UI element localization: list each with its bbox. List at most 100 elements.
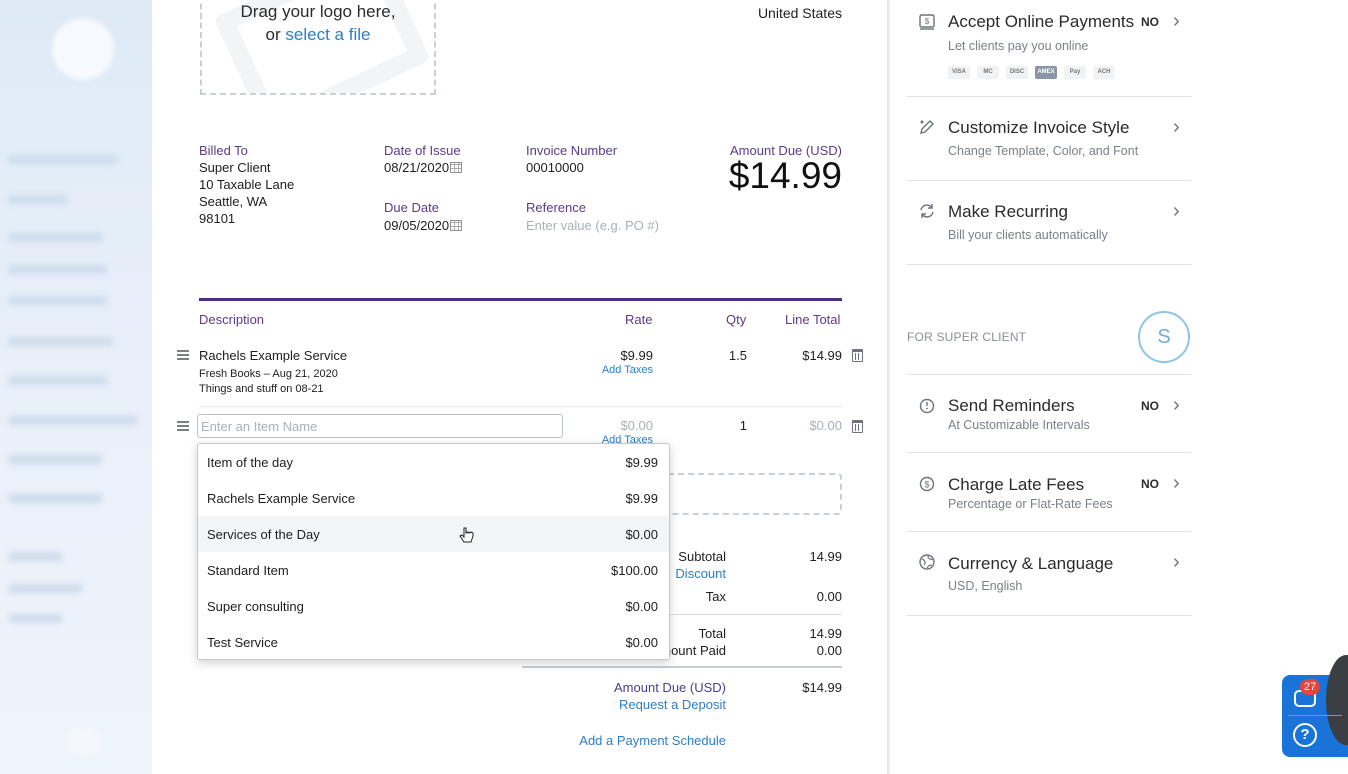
suggestion-item[interactable]: Item of the day $9.99 <box>198 444 669 480</box>
recurring-arrows-icon <box>918 202 936 220</box>
drag-handle-icon[interactable] <box>177 350 189 362</box>
make-recurring-title: Make Recurring <box>948 202 1068 221</box>
line-item-description[interactable]: Fresh Books – Aug 21, 2020 <box>199 368 338 380</box>
add-line-button[interactable] <box>668 473 842 515</box>
amount-due-label-bottom: Amount Due (USD) <box>614 680 726 695</box>
suggestion-name: Rachels Example Service <box>207 491 356 506</box>
suggestion-price: $0.00 <box>625 635 658 650</box>
totals-divider <box>522 666 842 668</box>
client-city-state[interactable]: Seattle, WA <box>199 194 267 209</box>
line-item-description-2[interactable]: Things and stuff on 08-21 <box>199 383 324 395</box>
amex-icon: AMEX <box>1035 66 1057 79</box>
sidebar-item[interactable] <box>8 584 83 593</box>
chevron-right-icon: › <box>1173 551 1180 573</box>
due-date-value: 09/05/2020 <box>384 218 450 233</box>
suggestion-name: Test Service <box>207 635 278 650</box>
date-of-issue-label: Date of Issue <box>384 143 461 158</box>
billed-to-label: Billed To <box>199 143 248 158</box>
suggestion-item[interactable]: Services of the Day $0.00 <box>198 516 669 552</box>
paint-brush-icon <box>918 118 936 136</box>
new-line-total: $0.00 <box>809 418 842 433</box>
make-recurring-option[interactable]: Make Recurring Bill your clients automat… <box>907 199 1191 249</box>
sidebar-item[interactable] <box>8 552 63 561</box>
help-question-icon[interactable]: ? <box>1293 723 1317 747</box>
sidebar-item[interactable] <box>8 337 113 346</box>
visa-icon: VISA <box>948 66 970 79</box>
accept-payments-option[interactable]: $ Accept Online Payments Let clients pay… <box>907 10 1191 90</box>
panel-divider <box>907 452 1191 453</box>
sidebar-item[interactable] <box>8 455 103 464</box>
suggestion-item[interactable]: Rachels Example Service $9.99 <box>198 480 669 516</box>
client-address-line[interactable]: 10 Taxable Lane <box>199 177 294 192</box>
send-reminders-title: Send Reminders <box>948 396 1075 415</box>
request-deposit-link[interactable]: Request a Deposit <box>566 697 726 712</box>
currency-language-subtitle: USD, English <box>948 579 1023 593</box>
rate-header: Rate <box>625 312 653 327</box>
suggestion-price: $0.00 <box>625 599 658 614</box>
client-name[interactable]: Super Client <box>199 160 271 175</box>
send-reminders-option[interactable]: Send Reminders At Customizable Intervals… <box>907 393 1191 443</box>
invoice-number-label: Invoice Number <box>526 143 618 158</box>
delete-line-icon[interactable] <box>852 349 863 362</box>
delete-line-icon[interactable] <box>852 420 863 433</box>
customize-style-option[interactable]: Customize Invoice Style Change Template,… <box>907 115 1191 165</box>
avatar[interactable] <box>52 18 114 80</box>
chevron-right-icon: › <box>1173 472 1180 494</box>
payment-schedule-link[interactable]: Add a Payment Schedule <box>526 733 726 748</box>
panel-divider <box>907 531 1191 532</box>
select-file-link[interactable]: select a file <box>285 25 370 44</box>
business-country[interactable]: United States <box>732 5 842 21</box>
suggestion-name: Standard Item <box>207 563 289 578</box>
line-item-name[interactable]: Rachels Example Service <box>199 348 347 363</box>
client-zip[interactable]: 98101 <box>199 211 235 226</box>
calendar-icon[interactable] <box>450 162 463 173</box>
help-divider <box>1288 715 1342 716</box>
tax-value: 0.00 <box>816 589 842 604</box>
sidebar-item[interactable] <box>8 416 138 425</box>
currency-language-option[interactable]: Currency & Language USD, English › <box>907 550 1191 600</box>
sidebar-item[interactable] <box>8 494 103 503</box>
sidebar-item[interactable] <box>8 233 103 242</box>
amount-due-value: $14.99 <box>728 155 842 196</box>
chevron-right-icon: › <box>1173 394 1180 416</box>
accept-payments-status: NO <box>1141 15 1159 29</box>
new-line-rate[interactable]: $0.00 <box>573 418 653 433</box>
suggestion-item[interactable]: Standard Item $100.00 <box>198 552 669 588</box>
suggestion-item[interactable]: Test Service $0.00 <box>198 624 669 660</box>
sidebar-item[interactable] <box>8 155 118 164</box>
date-of-issue-field[interactable]: 08/21/2020 <box>384 160 463 175</box>
invoice-number-field[interactable]: 00010000 <box>526 160 584 175</box>
late-fees-option[interactable]: $ Charge Late Fees Percentage or Flat-Ra… <box>907 471 1191 521</box>
make-recurring-subtitle: Bill your clients automatically <box>948 228 1108 242</box>
sidebar-item[interactable] <box>8 614 63 623</box>
suggestion-item[interactable]: Super consulting $0.00 <box>198 588 669 624</box>
calendar-icon[interactable] <box>450 220 463 231</box>
suggestion-price: $100.00 <box>611 563 658 578</box>
panel-divider <box>887 0 890 774</box>
chevron-right-icon: › <box>1173 116 1180 138</box>
amount-due-value-bottom: $14.99 <box>802 680 842 695</box>
reference-input[interactable]: Enter value (e.g. PO #) <box>526 218 659 233</box>
sidebar-item[interactable] <box>8 296 108 305</box>
amount-paid-value: 0.00 <box>816 643 842 658</box>
due-date-field[interactable]: 09/05/2020 <box>384 218 463 233</box>
add-taxes-link[interactable]: Add Taxes <box>573 364 653 376</box>
item-name-input[interactable]: Enter an Item Name <box>197 414 563 438</box>
sidebar-item[interactable] <box>8 265 108 274</box>
row-divider <box>199 406 842 407</box>
reference-label: Reference <box>526 200 586 215</box>
drag-handle-icon[interactable] <box>177 421 189 433</box>
client-avatar: S <box>1138 311 1190 363</box>
sidebar-item[interactable] <box>8 376 108 385</box>
notification-badge: 27 <box>1300 679 1320 695</box>
new-line-qty[interactable]: 1 <box>707 418 747 433</box>
line-item-total: $14.99 <box>802 348 842 363</box>
sidebar-footer-icon[interactable] <box>66 728 102 756</box>
pointer-cursor-icon <box>459 526 475 551</box>
panel-divider <box>907 96 1191 97</box>
line-item-rate[interactable]: $9.99 <box>573 348 653 363</box>
sidebar-item[interactable] <box>8 195 68 204</box>
logo-dropzone[interactable]: Drag your logo here, or select a file <box>200 0 436 95</box>
payment-terminal-icon: $ <box>918 13 936 31</box>
line-item-qty[interactable]: 1.5 <box>707 348 747 363</box>
